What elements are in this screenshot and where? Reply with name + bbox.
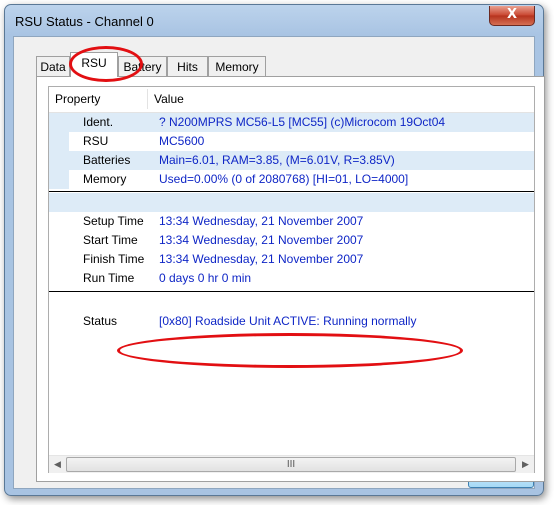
property-value: 13:34 Wednesday, 21 November 2007 xyxy=(159,233,364,247)
horizontal-scrollbar[interactable]: ◀ III ▶ xyxy=(49,455,534,473)
list-item[interactable]: Memory Used=0.00% (0 of 2080768) [HI=01,… xyxy=(49,170,534,189)
scroll-right-icon[interactable]: ▶ xyxy=(517,456,534,473)
property-name: Run Time xyxy=(83,271,135,285)
property-value: 0 days 0 hr 0 min xyxy=(159,271,252,285)
list-item[interactable]: Ident. ? N200MPRS MC56-L5 [MC55] (c)Micr… xyxy=(49,113,534,132)
property-value: 13:34 Wednesday, 21 November 2007 xyxy=(159,252,364,266)
empty-row xyxy=(49,193,534,212)
section-divider xyxy=(49,191,534,192)
section-divider xyxy=(49,291,534,292)
property-value: ? N200MPRS MC56-L5 [MC55] (c)Microcom 19… xyxy=(159,115,446,129)
property-name: Status xyxy=(83,314,118,328)
status-highlight-annotation xyxy=(117,333,463,368)
tab-data[interactable]: Data xyxy=(36,56,70,76)
property-name: RSU xyxy=(83,134,109,148)
column-header-value[interactable]: Value xyxy=(148,87,448,112)
property-value: Main=6.01, RAM=3.85, (M=6.01V, R=3.85V) xyxy=(159,153,395,167)
property-value: 13:34 Wednesday, 21 November 2007 xyxy=(159,214,364,228)
list-item[interactable]: Run Time 0 days 0 hr 0 min xyxy=(49,269,534,288)
list-item[interactable]: Batteries Main=6.01, RAM=3.85, (M=6.01V,… xyxy=(49,151,534,170)
list-item[interactable]: Finish Time 13:34 Wednesday, 21 November… xyxy=(49,250,534,269)
property-value: Used=0.00% (0 of 2080768) [HI=01, LO=400… xyxy=(159,172,409,186)
tab-memory[interactable]: Memory xyxy=(208,56,266,76)
column-header-property[interactable]: Property xyxy=(49,87,147,112)
tab-hits[interactable]: Hits xyxy=(167,56,208,76)
window-close-icon[interactable]: X xyxy=(489,6,535,26)
list-item[interactable]: Status [0x80] Roadside Unit ACTIVE: Runn… xyxy=(49,312,534,331)
property-name: Memory xyxy=(83,172,127,186)
list-item[interactable]: RSU MC5600 xyxy=(49,132,534,151)
dialog-client-area: Data RSU Battery Hits Memory Property Va… xyxy=(13,36,545,489)
property-list[interactable]: Property Value Ident. ? N200MPRS MC56-L5… xyxy=(48,86,535,473)
list-header: Property Value xyxy=(49,87,534,113)
scroll-left-icon[interactable]: ◀ xyxy=(49,456,66,473)
property-name: Setup Time xyxy=(83,214,144,228)
status-value: [0x80] Roadside Unit ACTIVE: Running nor… xyxy=(159,314,417,328)
property-name: Start Time xyxy=(83,233,138,247)
property-name: Finish Time xyxy=(83,252,145,266)
list-item[interactable]: Start Time 13:34 Wednesday, 21 November … xyxy=(49,231,534,250)
rsu-tab-panel: Property Value Ident. ? N200MPRS MC56-L5… xyxy=(36,76,545,482)
rsu-tab-highlight-annotation xyxy=(69,46,143,82)
list-item[interactable]: Setup Time 13:34 Wednesday, 21 November … xyxy=(49,212,534,231)
property-name: Batteries xyxy=(83,153,131,167)
scrollbar-thumb[interactable]: III xyxy=(66,457,516,472)
property-value: MC5600 xyxy=(159,134,205,148)
property-name: Ident. xyxy=(83,115,114,129)
window-title: RSU Status - Channel 0 xyxy=(15,14,154,29)
